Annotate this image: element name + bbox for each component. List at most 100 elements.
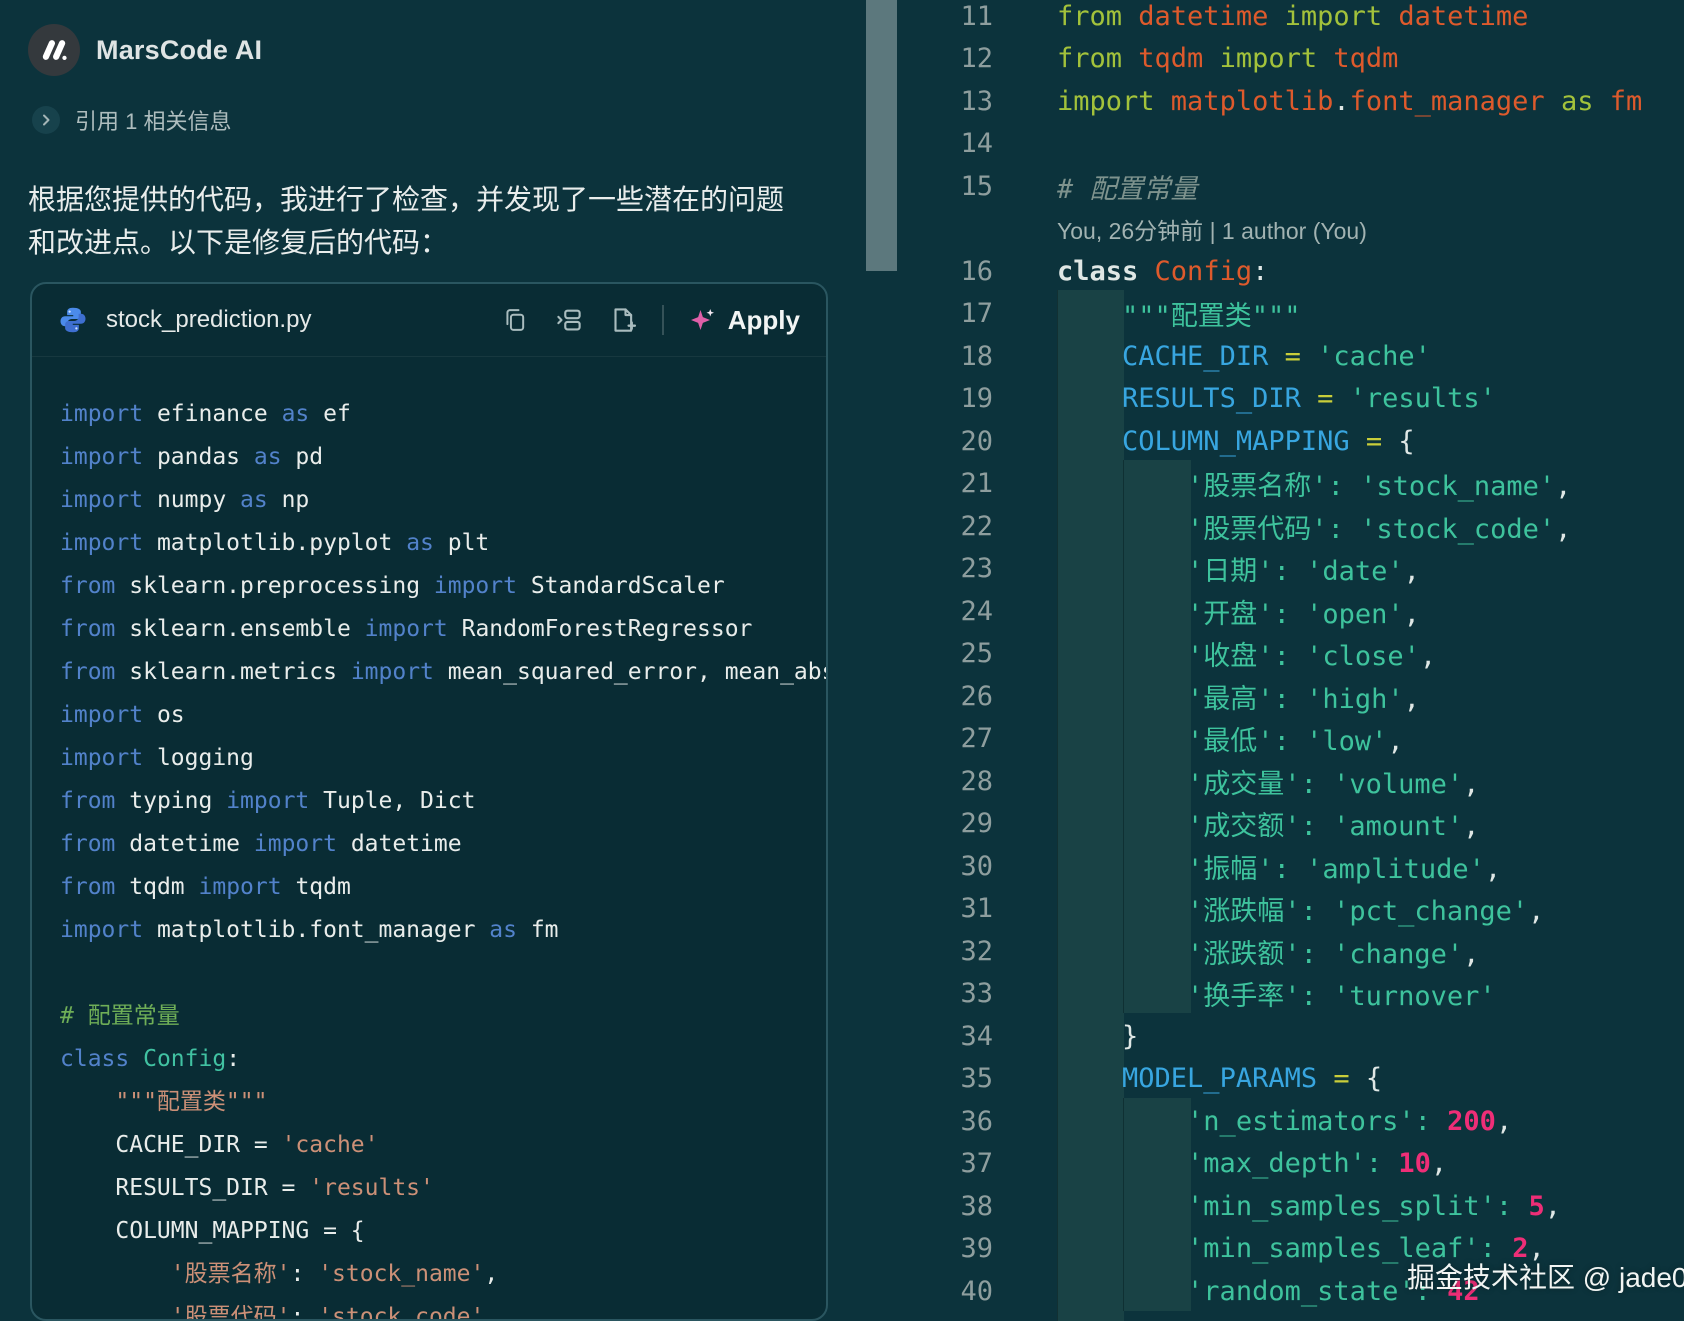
editor-code-lines[interactable]: 11from datetime import datetime12from tq…: [897, 0, 1684, 1321]
code-token: Tuple, Dict: [323, 788, 475, 814]
code-token: [1290, 599, 1306, 630]
code-token: 'low': [1306, 726, 1387, 757]
code-token: CACHE_DIR =: [60, 1132, 282, 1158]
editor-line-code: '换手率': 'turnover': [1057, 974, 1496, 1013]
editor-line: 25 '收盘': 'close',: [897, 633, 1684, 676]
code-token: [1333, 383, 1349, 414]
code-token: [1317, 896, 1333, 927]
code-token: [1301, 383, 1317, 414]
editor-line-code: '最低': 'low',: [1057, 719, 1404, 758]
code-token: :: [1496, 1191, 1512, 1222]
editor-line-code: '成交量': 'volume',: [1057, 762, 1479, 801]
code-token: from: [1057, 1, 1138, 32]
code-token: 5: [1528, 1191, 1544, 1222]
code-token: :: [1328, 471, 1344, 502]
citation-toggle[interactable]: 引用 1 相关信息: [32, 104, 231, 136]
chat-code-line: '股票名称': 'stock_name',: [60, 1253, 826, 1296]
code-token: [1290, 854, 1306, 885]
code-token: [1290, 684, 1306, 715]
code-token: {: [1398, 426, 1414, 457]
code-token: datetime: [1138, 1, 1284, 32]
editor-line-code: CACHE_DIR = 'cache': [1057, 341, 1431, 372]
code-token: fm: [531, 917, 559, 943]
code-token: [1301, 341, 1317, 372]
copy-icon[interactable]: [500, 305, 530, 335]
code-token: Config: [1155, 256, 1253, 287]
sparkle-icon: [688, 305, 718, 335]
editor-line: 34 }: [897, 1015, 1684, 1058]
code-token: ,: [484, 1304, 498, 1319]
chat-panel-scrollbar[interactable]: [866, 0, 897, 271]
editor-line-code: '振幅': 'amplitude',: [1057, 847, 1501, 886]
code-token: tqdm: [1138, 43, 1219, 74]
line-number: 13: [897, 86, 993, 117]
editor-line: 16class Config:: [897, 250, 1684, 293]
code-token: :: [1415, 1106, 1431, 1137]
line-number: 26: [897, 681, 993, 712]
chat-code-line: import matplotlib.font_manager as fm: [60, 909, 826, 952]
apply-button[interactable]: Apply: [688, 305, 800, 336]
code-token: import: [351, 659, 448, 685]
code-token: 'pct_change': [1333, 896, 1528, 927]
code-token: from: [60, 831, 129, 857]
watermark-text: 掘金技术社区 @ jade07: [1407, 1256, 1684, 1296]
editor-line: 27 '最低': 'low',: [897, 718, 1684, 761]
code-token: :: [1301, 939, 1317, 970]
code-token: as: [1561, 86, 1610, 117]
code-token: import: [1220, 43, 1334, 74]
code-token: # 配置常量: [1057, 174, 1198, 205]
line-number: 33: [897, 978, 993, 1009]
code-token: as: [489, 917, 531, 943]
code-token: [1057, 383, 1122, 414]
code-token: :: [1274, 556, 1290, 587]
line-number: 36: [897, 1106, 993, 1137]
code-token: import: [226, 788, 323, 814]
apply-label: Apply: [728, 305, 800, 336]
code-token: [60, 1304, 171, 1319]
code-token: [1057, 854, 1187, 885]
code-token: as: [240, 487, 282, 513]
chat-code-line: CACHE_DIR = 'cache': [60, 1124, 826, 1167]
code-token: font_manager: [1350, 86, 1561, 117]
code-token: matplotlib: [1171, 86, 1334, 117]
editor-line-code: 'n_estimators': 200,: [1057, 1106, 1512, 1137]
chat-code-line: import efinance as ef: [60, 393, 826, 436]
code-token: as: [254, 444, 296, 470]
code-token: :: [1328, 514, 1344, 545]
code-token: tqdm: [295, 874, 350, 900]
code-token: from: [60, 616, 129, 642]
editor-line: 20 COLUMN_MAPPING = {: [897, 420, 1684, 463]
editor-line: 32 '涨跌额': 'change',: [897, 930, 1684, 973]
code-token: =: [1285, 341, 1301, 372]
code-token: [1290, 726, 1306, 757]
chat-code-line: import os: [60, 694, 826, 737]
code-token: [1057, 641, 1187, 672]
line-number: 30: [897, 851, 993, 882]
code-token: RESULTS_DIR =: [60, 1175, 309, 1201]
chat-code-line: # 配置常量: [60, 995, 826, 1038]
editor-line: 29 '成交额': 'amount',: [897, 803, 1684, 846]
line-number: 15: [897, 171, 993, 202]
code-token: [1512, 1191, 1528, 1222]
code-token: import: [254, 831, 351, 857]
insert-code-icon[interactable]: [554, 305, 584, 335]
code-token: [1057, 599, 1187, 630]
code-token: [1057, 1233, 1187, 1264]
code-token: [1057, 726, 1187, 757]
code-token: 'min_samples_split': [1187, 1191, 1496, 1222]
editor-line: 12from tqdm import tqdm: [897, 38, 1684, 81]
code-token: =: [1317, 383, 1333, 414]
code-token: as: [406, 530, 448, 556]
code-token: # 配置常量: [60, 1003, 180, 1029]
editor-line-code: COLUMN_MAPPING = {: [1057, 426, 1415, 457]
line-number: 22: [897, 511, 993, 542]
line-number: 20: [897, 426, 993, 457]
code-token: efinance: [157, 401, 282, 427]
new-file-icon[interactable]: [608, 305, 638, 335]
codelens-blame-annotation[interactable]: You, 26分钟前 | 1 author (You): [897, 208, 1684, 251]
line-number: 28: [897, 766, 993, 797]
code-token: 'max_depth': [1187, 1148, 1366, 1179]
code-token: [1057, 684, 1187, 715]
code-token: [1382, 1148, 1398, 1179]
code-token: matplotlib.pyplot: [157, 530, 406, 556]
